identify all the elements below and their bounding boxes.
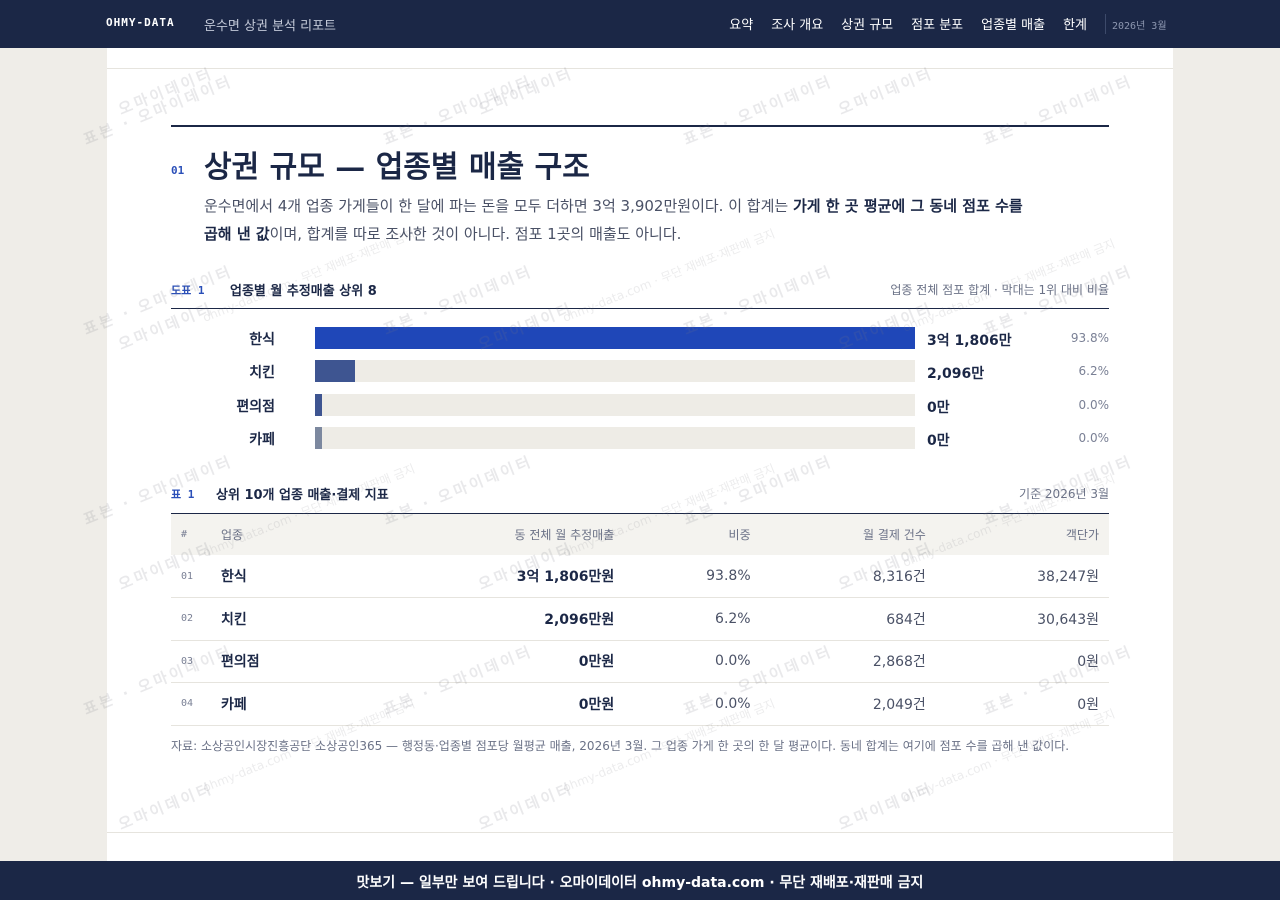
- brand-logo[interactable]: OHMY-DATA: [106, 16, 175, 29]
- avg-ticket-cell: 0원: [935, 682, 1109, 726]
- page-divider-bottom: [107, 832, 1173, 833]
- share-cell: 0.0%: [624, 640, 761, 683]
- section-rule: [171, 125, 1109, 127]
- bar-track: [315, 327, 915, 349]
- column-header: 월 결제 건수: [760, 514, 936, 555]
- table-note: 기준 2026년 3월: [1019, 487, 1109, 501]
- table-row: 04 카페 0만원 0.0% 2,049건 0원: [171, 682, 1109, 726]
- transactions-cell: 2,049건: [760, 682, 936, 726]
- bar-label: 한식: [249, 332, 275, 348]
- column-header: 비중: [624, 514, 761, 555]
- figure-note: 업종 전체 점포 합계 · 막대는 1위 대비 비율: [890, 283, 1109, 297]
- row-number: 03: [171, 640, 211, 683]
- page-divider-top: [107, 68, 1173, 69]
- table-row: 01 한식 3억 1,806만원 93.8% 8,316건 38,247원: [171, 555, 1109, 598]
- row-number: 01: [171, 555, 211, 598]
- share-cell: 6.2%: [624, 597, 761, 641]
- bar: [315, 427, 322, 449]
- column-header: 동 전체 월 추정매출: [371, 514, 625, 555]
- nav-link-limitations[interactable]: 한계: [1063, 14, 1087, 33]
- column-header: 업종: [211, 514, 371, 555]
- section-number: 01: [171, 164, 185, 177]
- nav-link-survey-overview[interactable]: 조사 개요: [771, 14, 823, 33]
- column-header: #: [171, 514, 211, 555]
- source-note: 자료: 소상공인시장진흥공단 소상공인365 — 행정동·업종별 점포당 월평균…: [171, 739, 1070, 753]
- bar-percent: 0.0%: [1078, 398, 1110, 412]
- nav-divider: [1105, 14, 1106, 34]
- bar-row: 카페 0만 0.0%: [171, 427, 1109, 449]
- bar-label: 치킨: [249, 365, 275, 381]
- report-date: 2026년 3월: [1112, 21, 1167, 32]
- table-row: 03 편의점 0만원 0.0% 2,868건 0원: [171, 640, 1109, 683]
- column-header: 객단가: [935, 514, 1109, 555]
- bar-value: 3억 1,806만: [927, 333, 1012, 349]
- bar-value: 0만: [927, 400, 950, 416]
- row-number: 04: [171, 682, 211, 726]
- report-title: 운수면 상권 분석 리포트: [204, 19, 336, 34]
- sales-cell: 2,096만원: [371, 597, 625, 641]
- share-cell: 93.8%: [624, 555, 761, 598]
- table-title: 상위 10개 업종 매출·결제 지표: [216, 488, 389, 503]
- transactions-cell: 8,316건: [760, 555, 936, 598]
- bar-percent: 0.0%: [1078, 431, 1110, 445]
- table-label: 표 1: [171, 488, 195, 501]
- section-lead: 운수면에서 4개 업종 가게들이 한 달에 파는 돈을 모두 더하면 3억 3,…: [204, 192, 1024, 248]
- avg-ticket-cell: 0원: [935, 640, 1109, 683]
- category-cell: 치킨: [211, 597, 371, 641]
- transactions-cell: 684건: [760, 597, 936, 641]
- figure-title: 업종별 월 추정매출 상위 8: [230, 284, 377, 299]
- bar-track: [315, 427, 915, 449]
- sales-table: # 업종 동 전체 월 추정매출 비중 월 결제 건수 객단가 01 한식 3억…: [171, 514, 1109, 726]
- lead-text-2: 이며, 합계를 따로 조사한 것이 아니다. 점포 1곳의 매출도 아니다.: [269, 225, 682, 243]
- category-cell: 한식: [211, 555, 371, 598]
- bar-value: 2,096만: [927, 366, 985, 382]
- bar-track: [315, 360, 915, 382]
- bar-percent: 93.8%: [1070, 331, 1109, 345]
- bar: [315, 394, 322, 416]
- row-number: 02: [171, 597, 211, 641]
- bar-row: 한식 3억 1,806만 93.8%: [171, 327, 1109, 349]
- sales-cell: 3억 1,806만원: [371, 555, 625, 598]
- nav-link-market-size[interactable]: 상권 규모: [841, 14, 893, 33]
- nav-link-summary[interactable]: 요약: [729, 14, 753, 33]
- bar-row: 치킨 2,096만 6.2%: [171, 360, 1109, 382]
- bar: [315, 360, 355, 382]
- figure-label: 도표 1: [171, 284, 205, 297]
- bar-label: 편의점: [236, 399, 275, 415]
- sales-cell: 0만원: [371, 640, 625, 683]
- main-nav: 요약 조사 개요 상권 규모 점포 분포 업종별 매출 한계: [729, 14, 1087, 33]
- lead-text-1: 운수면에서 4개 업종 가게들이 한 달에 파는 돈을 모두 더하면 3억 3,…: [204, 197, 793, 215]
- table-header-row: # 업종 동 전체 월 추정매출 비중 월 결제 건수 객단가: [171, 514, 1109, 555]
- bar-row: 편의점 0만 0.0%: [171, 394, 1109, 416]
- bar-track: [315, 394, 915, 416]
- footer-text: 맛보기 — 일부만 보여 드립니다 · 오마이데이터 ohmy-data.com…: [356, 875, 924, 891]
- bar: [315, 327, 915, 349]
- avg-ticket-cell: 38,247원: [935, 555, 1109, 598]
- bar-percent: 6.2%: [1078, 364, 1110, 378]
- category-cell: 카페: [211, 682, 371, 726]
- figure-rule: [171, 308, 1109, 309]
- nav-link-store-distribution[interactable]: 점포 분포: [911, 14, 963, 33]
- sales-cell: 0만원: [371, 682, 625, 726]
- nav-link-sales-by-category[interactable]: 업종별 매출: [981, 14, 1045, 33]
- table-row: 02 치킨 2,096만원 6.2% 684건 30,643원: [171, 597, 1109, 641]
- bar-label: 카페: [249, 432, 275, 448]
- transactions-cell: 2,868건: [760, 640, 936, 683]
- bar-value: 0만: [927, 433, 950, 449]
- avg-ticket-cell: 30,643원: [935, 597, 1109, 641]
- category-cell: 편의점: [211, 640, 371, 683]
- section-title: 상권 규모 — 업종별 매출 구조: [204, 150, 590, 185]
- footer-banner: 맛보기 — 일부만 보여 드립니다 · 오마이데이터 ohmy-data.com…: [0, 861, 1280, 900]
- top-navigation-bar: OHMY-DATA 운수면 상권 분석 리포트 요약 조사 개요 상권 규모 점…: [0, 0, 1280, 48]
- share-cell: 0.0%: [624, 682, 761, 726]
